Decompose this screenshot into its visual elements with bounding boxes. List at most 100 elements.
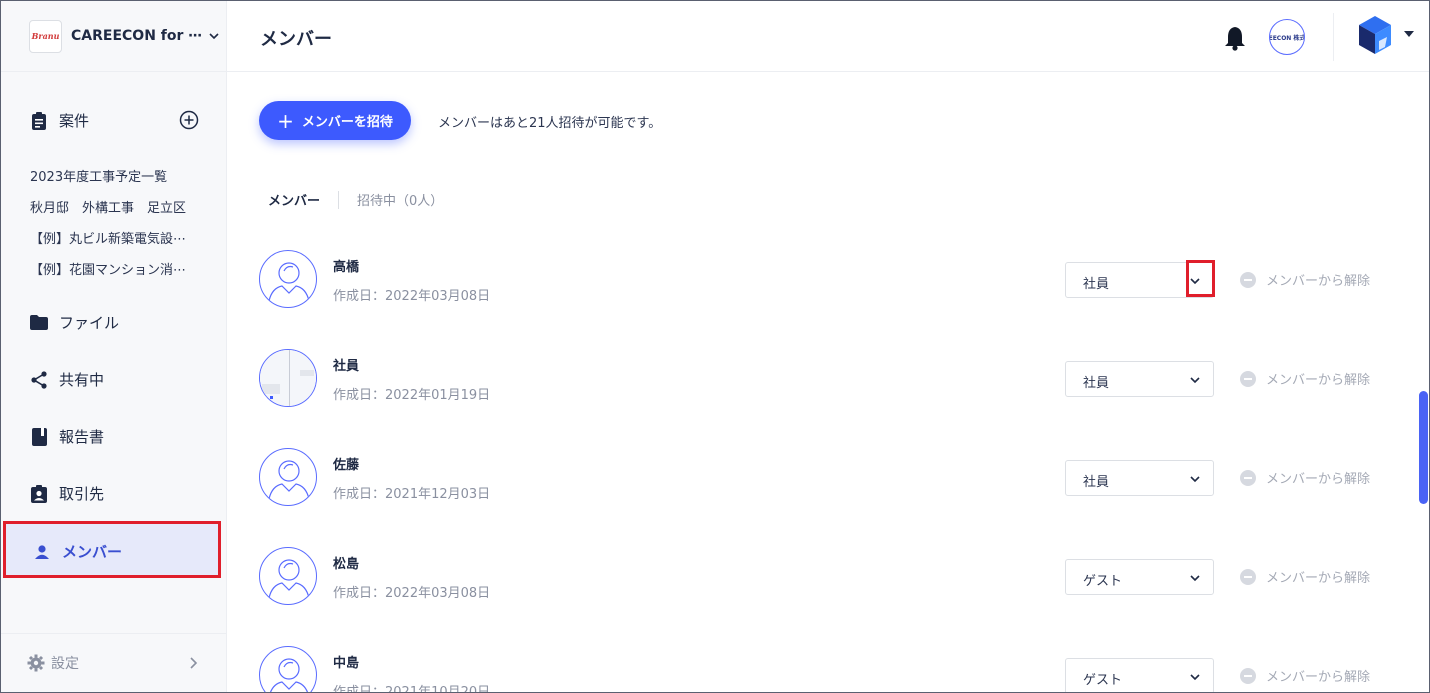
role-value: 社員 (1083, 277, 1110, 292)
case-link[interactable]: 2023年度工事予定一覧 (30, 166, 200, 185)
org-switcher[interactable]: Branu CAREECON for ⋯ (29, 19, 220, 53)
member-name: 中島 (333, 656, 360, 671)
remove-member-button[interactable]: メンバーから解除 (1240, 666, 1370, 685)
minus-circle-icon (1240, 667, 1256, 684)
case-link[interactable]: 秋月邸 外構工事 足立区 (30, 197, 200, 216)
chevron-down-icon (1190, 575, 1200, 582)
caret-down-icon[interactable] (1403, 29, 1415, 39)
divider (1, 71, 227, 72)
tab-members[interactable]: メンバー (268, 190, 320, 209)
sidebar-item-clients[interactable]: 取引先 (29, 483, 104, 504)
clipboard-icon (29, 111, 49, 131)
role-select[interactable]: ゲスト (1065, 658, 1214, 692)
remove-label: メンバーから解除 (1266, 274, 1371, 289)
chevron-down-icon (209, 33, 219, 40)
member-created-date: 作成日：2021年12月03日 (333, 487, 491, 502)
member-avatar-icon (259, 646, 317, 692)
gear-icon (27, 654, 45, 672)
member-photo (259, 349, 317, 407)
page-title: メンバー (260, 29, 332, 50)
book-icon (29, 427, 49, 447)
remove-label: メンバーから解除 (1266, 571, 1371, 586)
dropdown-highlight-box (1186, 260, 1215, 297)
scrollbar-thumb[interactable] (1419, 391, 1428, 504)
minus-circle-icon (1240, 469, 1256, 486)
contact-badge-icon (29, 484, 49, 504)
member-name: 松島 (333, 557, 360, 572)
sidebar-item-cases[interactable]: 案件 (29, 110, 89, 131)
sidebar-item-reports[interactable]: 報告書 (29, 426, 104, 447)
sidebar-item-shared[interactable]: 共有中 (29, 369, 104, 390)
member-row: 社員 作成日：2022年01月19日 社員 メンバーから解除 (259, 349, 1409, 411)
sidebar-item-label: 共有中 (59, 371, 105, 389)
invite-member-button[interactable]: + メンバーを招待 (259, 101, 411, 140)
member-created-date: 作成日：2022年03月08日 (333, 289, 491, 304)
app-window: Branu CAREECON for ⋯ 案件 2023年度工事予定一覧 秋月邸… (0, 0, 1430, 693)
member-created-date: 作成日：2021年10月20日 (333, 685, 491, 693)
member-row: 高橋 作成日：2022年03月08日 社員 メンバーから解除 (259, 250, 1409, 312)
sidebar-item-label: メンバー (62, 543, 123, 561)
member-tabs: メンバー 招待中（0人） (268, 190, 443, 209)
remove-member-button[interactable]: メンバーから解除 (1240, 468, 1370, 487)
member-row: 佐藤 作成日：2021年12月03日 社員 メンバーから解除 (259, 448, 1409, 510)
plus-icon: + (277, 108, 294, 133)
minus-circle-icon (1240, 370, 1256, 387)
chevron-right-icon[interactable] (187, 656, 199, 670)
sidebar-item-label: 報告書 (59, 428, 105, 446)
remove-label: メンバーから解除 (1266, 373, 1371, 388)
company-avatar[interactable]: EECON 株式 (1269, 19, 1305, 55)
sidebar-item-files[interactable]: ファイル (29, 312, 119, 333)
org-name: CAREECON for ⋯ (71, 28, 203, 44)
role-value: ゲスト (1083, 673, 1123, 688)
member-created-date: 作成日：2022年01月19日 (333, 388, 491, 403)
chevron-down-icon (1190, 674, 1200, 681)
org-logo: Branu (29, 19, 62, 53)
role-select[interactable]: 社員 (1065, 460, 1214, 496)
sidebar-item-label: 案件 (59, 112, 90, 130)
remove-label: メンバーから解除 (1266, 472, 1371, 487)
sidebar-item-members[interactable]: メンバー (3, 521, 221, 578)
case-link[interactable]: 【例】丸ビル新築電気設⋯ (30, 228, 200, 247)
chevron-down-icon (1190, 476, 1200, 483)
member-name: 佐藤 (333, 458, 360, 473)
role-value: 社員 (1083, 376, 1110, 391)
person-icon (32, 542, 52, 562)
settings-label: 設定 (51, 656, 79, 672)
add-case-icon[interactable] (179, 110, 199, 130)
member-avatar-icon (259, 448, 317, 506)
share-icon (29, 370, 49, 390)
remove-member-button[interactable]: メンバーから解除 (1240, 567, 1370, 586)
remove-label: メンバーから解除 (1266, 670, 1371, 685)
tab-invited[interactable]: 招待中（0人） (357, 190, 443, 209)
member-avatar-icon (259, 547, 317, 605)
remove-member-button[interactable]: メンバーから解除 (1240, 369, 1370, 388)
divider (1, 633, 227, 634)
sidebar: Branu CAREECON for ⋯ 案件 2023年度工事予定一覧 秋月邸… (1, 1, 227, 692)
member-name: 高橋 (333, 260, 360, 275)
top-header: メンバー EECON 株式 (227, 1, 1429, 72)
role-value: 社員 (1083, 475, 1110, 490)
sidebar-item-label: ファイル (59, 314, 120, 332)
member-row: 松島 作成日：2022年03月08日 ゲスト メンバーから解除 (259, 547, 1409, 609)
member-name: 社員 (333, 359, 360, 374)
invite-button-label: メンバーを招待 (301, 115, 393, 130)
chevron-down-icon (1190, 377, 1200, 384)
role-select[interactable]: 社員 (1065, 361, 1214, 397)
sidebar-item-label: 取引先 (59, 485, 105, 503)
role-select[interactable]: ゲスト (1065, 559, 1214, 595)
folder-icon (29, 313, 49, 333)
tab-divider (338, 190, 340, 209)
minus-circle-icon (1240, 568, 1256, 585)
bell-icon[interactable] (1223, 25, 1247, 51)
member-row: 中島 作成日：2021年10月20日 ゲスト メンバーから解除 (259, 646, 1409, 693)
divider (1333, 13, 1334, 61)
case-link[interactable]: 【例】花園マンション消⋯ (30, 259, 200, 278)
minus-circle-icon (1240, 271, 1256, 288)
member-avatar-icon (259, 250, 317, 308)
member-created-date: 作成日：2022年03月08日 (333, 586, 491, 601)
user-avatar-icon[interactable] (1357, 15, 1393, 55)
role-value: ゲスト (1083, 574, 1123, 589)
remove-member-button[interactable]: メンバーから解除 (1240, 270, 1370, 289)
settings-link[interactable]: 設定 (27, 653, 79, 673)
invite-remaining-note: メンバーはあと21人招待が可能です。 (438, 116, 662, 131)
